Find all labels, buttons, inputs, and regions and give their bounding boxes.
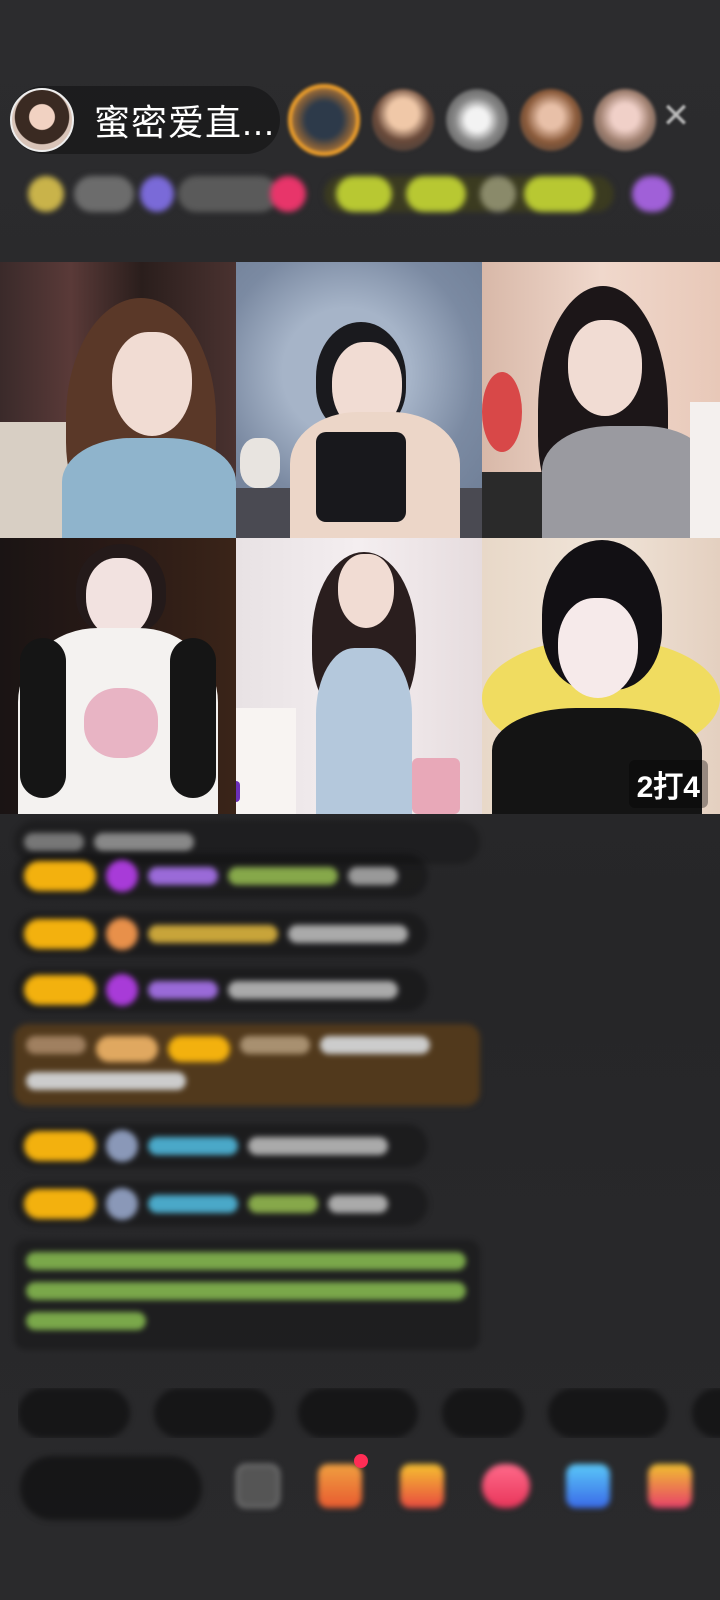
quick-reply-chip[interactable] [18,1388,130,1438]
video-cell-6[interactable]: 2打4 [482,538,720,814]
chat-message [14,912,428,956]
quick-reply-chip[interactable] [154,1388,274,1438]
guest-label: 瑜不 [236,781,241,802]
video-cell-3[interactable] [482,262,720,538]
quick-reply-row [18,1388,720,1438]
video-cell-4[interactable] [0,538,236,814]
viewer-avatar[interactable] [288,84,360,156]
more-icon[interactable] [648,1464,692,1508]
quick-reply-chip[interactable] [692,1388,720,1438]
wall-decor [690,402,720,538]
game-icon[interactable] [566,1464,610,1508]
tag [406,176,466,212]
shirt [62,438,236,538]
video-cell-5[interactable]: 瑜不 [236,538,482,814]
face [568,320,642,416]
decor [412,758,460,814]
chat-input[interactable] [20,1456,202,1520]
teddy-bear [240,438,280,488]
battle-score-badge: 2打4 [628,760,708,808]
decor [482,372,522,452]
host-name: 蜜密爱直... [94,102,276,143]
chat-message-highlight [14,1024,480,1106]
viewer-avatar[interactable] [446,89,508,151]
dress [316,648,412,814]
face [558,598,638,698]
close-icon[interactable]: ✕ [658,98,694,134]
sleeve [20,638,66,798]
live-room: 蜜密爱直... ✕ 2打4 [0,0,720,1600]
tag[interactable] [178,176,278,212]
tag [336,176,392,212]
face [338,554,394,628]
tag [480,176,516,212]
viewer-avatar[interactable] [372,89,434,151]
tag [524,176,594,212]
chat-message [14,968,428,1012]
face [86,558,152,638]
room-tags-row [18,172,708,216]
microphone-stand [482,472,542,538]
multi-guest-video-grid: 瑜不 2打4 [0,262,720,814]
viewer-avatar[interactable] [594,89,656,151]
sofa [236,708,296,814]
sleeve [170,638,216,798]
video-cell-2[interactable] [236,262,482,538]
quick-reply-chip[interactable] [442,1388,524,1438]
quick-reply-chip[interactable] [298,1388,418,1438]
sofa [0,422,70,538]
notification-dot [354,1454,368,1468]
treasure-icon[interactable] [400,1464,444,1508]
video-cell-1[interactable] [0,262,236,538]
tag-icon[interactable] [632,176,672,212]
chat-message [14,1182,428,1226]
face [112,332,192,436]
chat-message [14,1124,428,1168]
host-avatar[interactable] [10,88,74,152]
emoji-icon[interactable] [236,1464,280,1508]
sweater [542,426,712,538]
gift-icon[interactable] [482,1464,530,1508]
tag-icon [270,176,306,212]
bottom-toolbar [0,1454,720,1534]
tag-icon [28,176,64,212]
viewer-avatar[interactable] [520,89,582,151]
tag-icon [140,176,174,212]
top-viewers-strip [288,84,656,156]
quick-reply-chip[interactable] [548,1388,668,1438]
gift-box-icon[interactable] [318,1464,362,1508]
chat-message [14,854,428,898]
tag[interactable] [74,176,134,212]
host-info-pill[interactable]: 蜜密爱直... [10,86,280,154]
top [316,432,406,522]
bear-print [84,688,158,758]
system-notice [14,1240,480,1350]
